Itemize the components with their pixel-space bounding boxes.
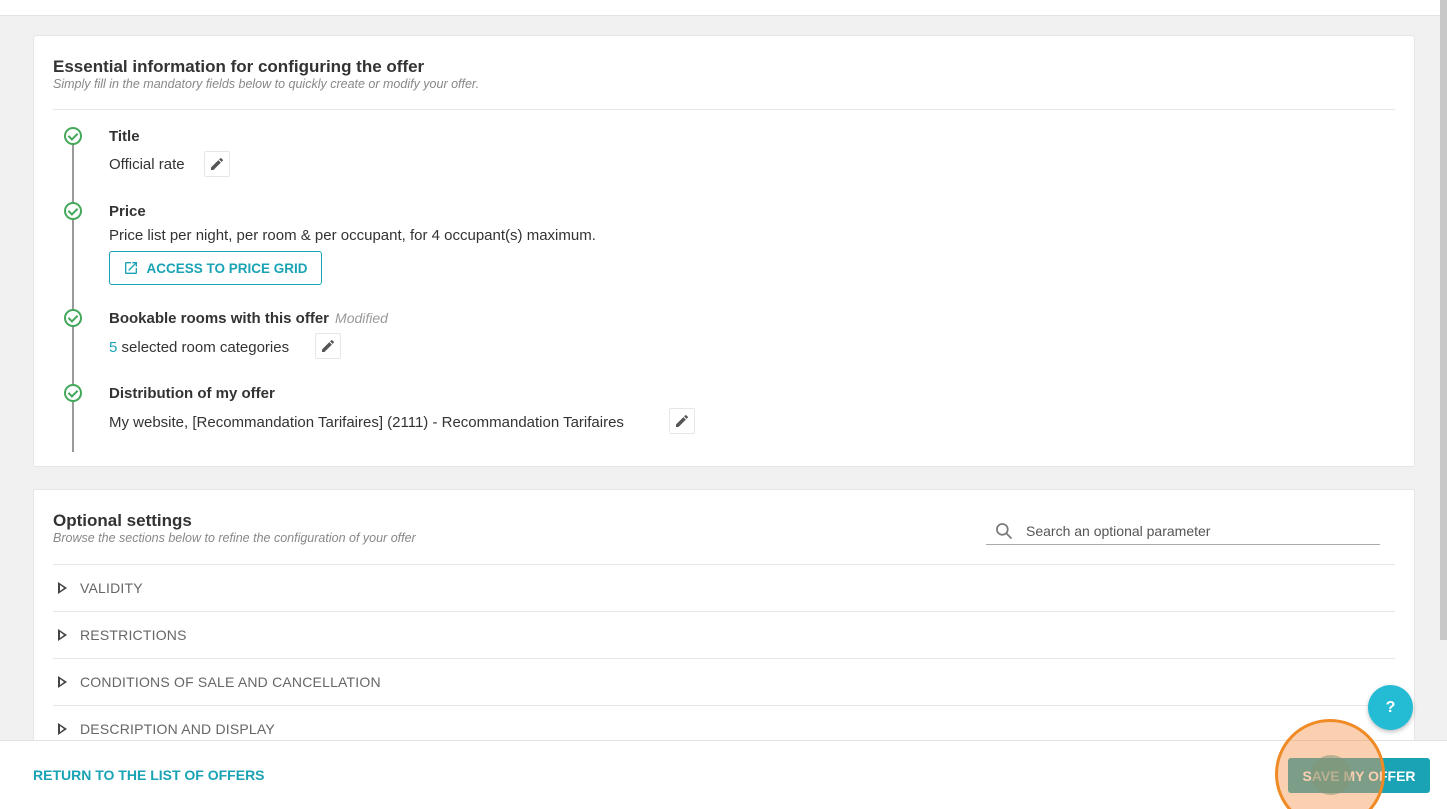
optional-title: Optional settings <box>53 511 192 530</box>
expand-arrow-icon <box>58 582 67 594</box>
section-conditions[interactable]: CONDITIONS OF SALE AND CANCELLATION <box>53 658 1395 705</box>
step-title-label: Title <box>109 128 140 145</box>
section-restrictions[interactable]: RESTRICTIONS <box>53 611 1395 658</box>
step-rooms-label: Bookable rooms with this offer Modified <box>109 310 388 327</box>
rooms-check-icon <box>64 309 82 327</box>
edit-title-button[interactable] <box>204 151 230 177</box>
return-to-list-link[interactable]: RETURN TO THE LIST OF OFFERS <box>33 767 265 783</box>
step-distribution-label: Distribution of my offer <box>109 385 275 402</box>
expand-arrow-icon <box>58 629 67 641</box>
save-offer-button[interactable]: SAVE MY OFFER <box>1288 758 1430 793</box>
step-price-value: Price list per night, per room & per occ… <box>109 227 596 244</box>
pencil-icon <box>322 339 335 352</box>
section-validity[interactable]: VALIDITY <box>53 564 1395 611</box>
title-check-icon <box>64 127 82 145</box>
timeline-line <box>72 136 74 452</box>
optional-subtitle: Browse the sections below to refine the … <box>53 531 416 545</box>
top-strip <box>0 0 1440 16</box>
pencil-icon <box>676 414 689 427</box>
section-validity-label: VALIDITY <box>80 580 143 596</box>
step-rooms-label-text: Bookable rooms with this offer <box>109 310 330 327</box>
expand-arrow-icon <box>58 723 67 735</box>
step-title-value: Official rate <box>109 156 185 173</box>
external-link-icon <box>125 262 138 274</box>
step-distribution-value: My website, [Recommandation Tarifaires] … <box>109 414 624 431</box>
section-conditions-label: CONDITIONS OF SALE AND CANCELLATION <box>80 674 381 690</box>
essential-title: Essential information for configuring th… <box>53 57 425 76</box>
page-scrollbar[interactable] <box>1440 0 1447 640</box>
section-description-label: DESCRIPTION AND DISPLAY <box>80 721 275 737</box>
search-icon <box>996 523 1013 540</box>
pencil-icon <box>211 157 224 170</box>
room-count[interactable]: 5 <box>109 339 117 356</box>
access-price-grid-button[interactable]: ACCESS TO PRICE GRID <box>109 251 322 285</box>
room-count-text: selected room categories <box>121 339 290 356</box>
optional-search-input[interactable] <box>1026 523 1366 539</box>
edit-rooms-button[interactable] <box>315 333 341 359</box>
access-price-grid-label: ACCESS TO PRICE GRID <box>146 260 308 276</box>
essential-subtitle: Simply fill in the mandatory fields belo… <box>53 77 480 91</box>
help-button[interactable]: ? <box>1368 685 1413 730</box>
essential-divider <box>53 109 1395 110</box>
edit-distribution-button[interactable] <box>669 408 695 434</box>
modified-badge: Modified <box>335 310 388 326</box>
optional-search <box>986 518 1380 545</box>
footer-bar: RETURN TO THE LIST OF OFFERS SAVE MY OFF… <box>0 740 1447 809</box>
distribution-check-icon <box>64 384 82 402</box>
step-rooms-value: 5 selected room categories <box>109 339 289 356</box>
step-price-label: Price <box>109 203 146 220</box>
section-restrictions-label: RESTRICTIONS <box>80 627 187 643</box>
optional-settings-card: Optional settings Browse the sections be… <box>33 489 1415 749</box>
expand-arrow-icon <box>58 676 67 688</box>
essential-info-card: Essential information for configuring th… <box>33 35 1415 467</box>
price-check-icon <box>64 202 82 220</box>
